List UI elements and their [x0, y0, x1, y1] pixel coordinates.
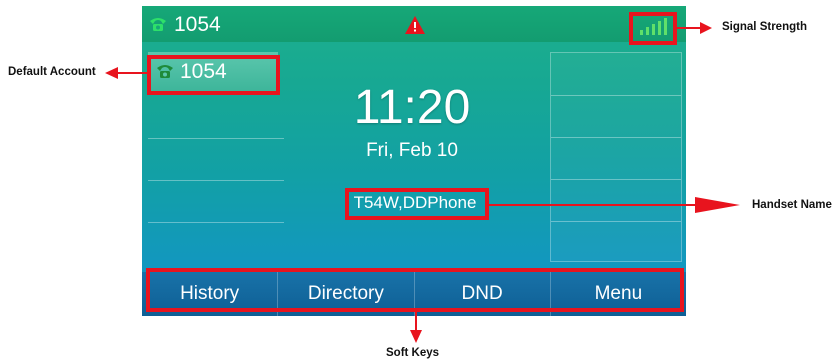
signal-strength-caption: Signal Strength: [722, 21, 807, 33]
handset-name-caption: Handset Name: [752, 199, 832, 211]
default-account-caption: Default Account: [8, 66, 96, 78]
annotation-arrows: [105, 22, 740, 343]
soft-keys-caption: Soft Keys: [386, 347, 440, 359]
